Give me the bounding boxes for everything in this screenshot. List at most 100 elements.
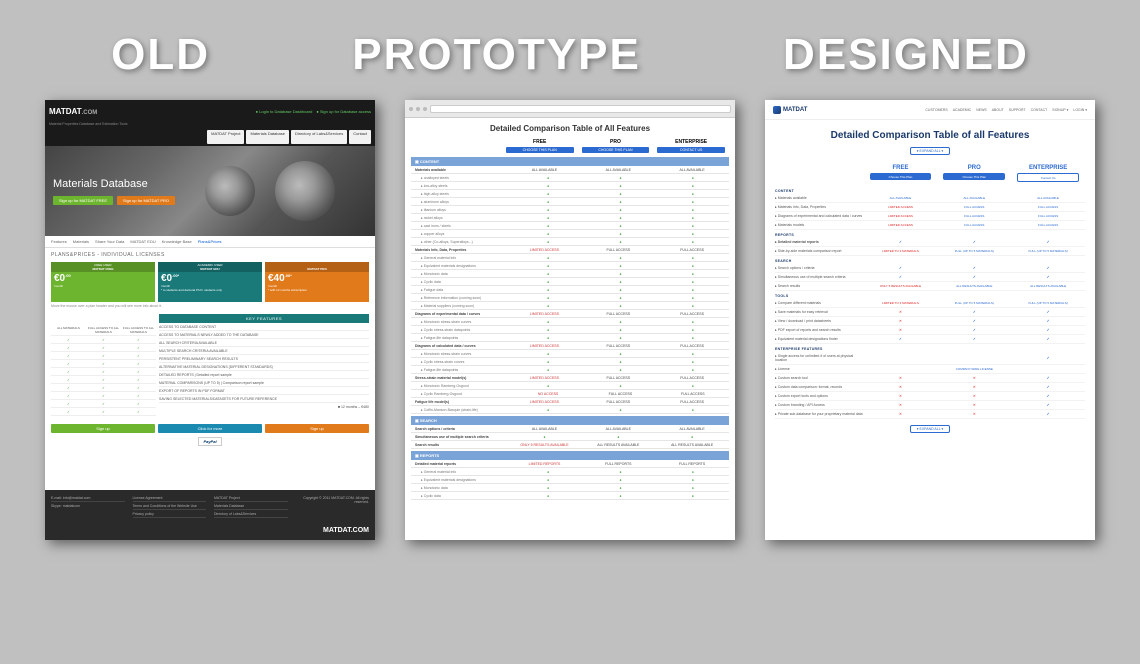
nav-link[interactable]: ACADEMIC <box>953 108 971 112</box>
section-header: TOOLS <box>775 291 1085 299</box>
choose-plan-button[interactable]: Contact Us <box>1017 173 1079 182</box>
top-link[interactable]: ● Sign up for Database access <box>316 109 371 114</box>
table-row: ▸ Custom data comparison: format, record… <box>775 383 1085 392</box>
table-row: ▸ Monotonic stress-strain curves●●● <box>411 350 729 358</box>
label-designed: DESIGNED <box>783 30 1029 80</box>
footer-link[interactable]: Privacy policy <box>133 512 207 518</box>
address-bar[interactable] <box>430 105 731 113</box>
footer-link[interactable]: MATDAT Project <box>214 496 288 502</box>
secondary-tab[interactable]: Share Your Data <box>95 239 124 244</box>
feature-row: ALTERNATIVE MATERIAL DESIGNATIONS (DIFFE… <box>159 365 369 369</box>
table-row: ▸ Custom search tool✕✕✓ <box>775 374 1085 383</box>
section-header[interactable]: ▣ SEARCH <box>411 416 729 425</box>
table-row: ▸ Fatigue data●●● <box>411 286 729 294</box>
table-row: Diagrams of experimental data / curvesLI… <box>411 310 729 318</box>
old-hero: Materials Database Sign up for MATDAT FR… <box>45 146 375 236</box>
table-row: ▸ Reference information (coming soon)●●● <box>411 294 729 302</box>
nav-tab[interactable]: Materials Database <box>246 130 288 144</box>
logo-icon <box>773 106 781 114</box>
plan-card[interactable]: FREE USERMATDAT FREE€0.00/month <box>51 262 155 302</box>
table-row: ▸ Side-by-side materials comparison repo… <box>775 247 1085 256</box>
designed-card: MATDAT CUSTOMERS ACADEMIC NEWS ABOUT SUPPORT… <box>765 100 1095 540</box>
table-row: ▸ Diagrams of experimental and calculate… <box>775 212 1085 221</box>
section-header: CONTENT <box>775 186 1085 194</box>
secondary-tab[interactable]: Materials <box>73 239 89 244</box>
nav-tab[interactable]: MATDAT Project <box>207 130 244 144</box>
table-row: Simultaneous use of multiple search crit… <box>411 433 729 441</box>
old-plan-cards: FREE USERMATDAT FREE€0.00/monthACADEMIC … <box>45 262 375 302</box>
label-prototype: PROTOTYPE <box>352 30 641 80</box>
hero-signup-free[interactable]: Sign up for MATDAT FREE <box>53 196 113 205</box>
table-row: ▸ View / download / print datasheets✕✓✓ <box>775 317 1085 326</box>
choose-plan-button[interactable]: Choose This Plan <box>943 173 1005 180</box>
nav-link[interactable]: CONTACT <box>1031 108 1048 112</box>
table-row: ▸ Search options / criteria✓✓✓ <box>775 264 1085 273</box>
footer-link[interactable]: Directory of Labs&Services <box>214 512 288 518</box>
old-secondary-tabs: Features Materials Share Your Data MATDAT E… <box>45 236 375 248</box>
feature-row: MULTIPLE SEARCH CRITERIA AVAILABLE <box>159 349 369 353</box>
cta-more-info[interactable]: Click for more <box>158 424 262 433</box>
plan-card[interactable]: ACADEMIC USERMATDAT EDU€0.00*/month* to … <box>158 262 262 302</box>
nav-link[interactable]: CUSTOMERS <box>925 108 947 112</box>
feature-row: MATERIAL COMPARISONS (UP TO 5) | Compari… <box>159 381 369 385</box>
footer-link[interactable]: Materials Database <box>214 504 288 510</box>
table-row: ▸ Simultaneous use of multiple search cr… <box>775 273 1085 282</box>
expand-all-button-bottom[interactable]: ▾ EXPAND ALL ▾ <box>910 425 950 433</box>
choose-plan-button[interactable]: Choose This Plan <box>870 173 932 180</box>
table-row: ▸ Fatigue-life datapoints●●● <box>411 366 729 374</box>
nav-link[interactable]: ABOUT <box>992 108 1004 112</box>
table-row: ▸ high-alloy steels●●● <box>411 190 729 198</box>
section-header[interactable]: ▣ CONTENT <box>411 157 729 166</box>
table-row: ▸ Single access for unlimited # of users… <box>775 352 1085 365</box>
table-row: ▸ Save materials for easy retrieval✕✓✓ <box>775 308 1085 317</box>
feature-row: EXPORT OF REPORTS IN PDF FORMAT <box>159 389 369 393</box>
section-header: SEARCH <box>775 256 1085 264</box>
section-header: ENTERPRISE FEATURES <box>775 344 1085 352</box>
table-row: ▸ General material info●●● <box>411 254 729 262</box>
choose-plan-button[interactable]: CHOOSE THIS PLAN <box>506 147 574 153</box>
old-footer: E-mail: info@matdat.com Skype: matdatcom… <box>45 490 375 540</box>
secondary-tab[interactable]: Features <box>51 239 67 244</box>
table-row: ▸ copper alloys●●● <box>411 230 729 238</box>
plan-card[interactable]: MATDAT PRO€40.00*/month* with 12 months … <box>265 262 369 302</box>
table-row: ▸ Coffin-Manson-Basquin (strain-life)●●● <box>411 406 729 414</box>
nav-tab[interactable]: Directory of Labs&Services <box>291 130 347 144</box>
nav-link[interactable]: SUPPORT <box>1009 108 1026 112</box>
secondary-tab[interactable]: Plans&Prices <box>198 239 222 244</box>
table-row: ▸ Search resultsONLY 5 RESULTS AVAILABLE… <box>775 282 1085 291</box>
table-row: Search resultsONLY 5 RESULTS AVAILABLEAL… <box>411 441 729 449</box>
expand-all-button[interactable]: ▾ EXPAND ALL ▾ <box>910 147 950 155</box>
section-header[interactable]: ▣ REPORTS <box>411 451 729 460</box>
nav-tab[interactable]: Contact <box>349 130 371 144</box>
brand-logo[interactable]: MATDAT <box>773 106 807 114</box>
choose-plan-button[interactable]: CHOOSE THIS PLAN <box>582 147 650 153</box>
table-row: ▸ General material info●●● <box>411 468 729 476</box>
cta-signup-pro[interactable]: Sign up <box>265 424 369 433</box>
feature-row: SAVING SELECTED MATERIALS/DATASETS FOR F… <box>159 397 369 401</box>
table-row: ▸ Materials Info, Data, PropertiesLIMITE… <box>775 203 1085 212</box>
secondary-tab[interactable]: Knowledge Base <box>162 239 192 244</box>
nav-link[interactable]: NEWS <box>976 108 987 112</box>
nav-link[interactable]: SIGNUP ▾ <box>1052 108 1068 112</box>
table-row: ▸ nickel alloys●●● <box>411 214 729 222</box>
table-row: ▸ Equivalent materials designations●●● <box>411 262 729 270</box>
footer-link[interactable]: License Agreement <box>133 496 207 502</box>
proto-title: Detailed Comparison Table of All Feature… <box>405 118 735 137</box>
table-row: ▸ Equivalent material designations finde… <box>775 335 1085 344</box>
pricing-note: ■ 12 months – €480 <box>159 403 369 411</box>
choose-plan-button[interactable]: CONTACT US <box>657 147 725 153</box>
kf-header: KEY FEATURES <box>159 314 369 323</box>
plan-header: ENTERPRISECONTACT US <box>653 137 729 153</box>
nav-link[interactable]: LOGIN ▾ <box>1073 108 1087 112</box>
top-link[interactable]: ● Login to Database Dashboard <box>256 109 313 114</box>
table-row: Stress-strain material model(s)LIMITED A… <box>411 374 729 382</box>
table-row: ▸ Custom export tools and options✕✕✓ <box>775 392 1085 401</box>
secondary-tab[interactable]: MATDAT EDU <box>130 239 155 244</box>
table-row: ▸ Fatigue-life datapoints●●● <box>411 334 729 342</box>
section-header: REPORTS <box>775 230 1085 238</box>
old-card: MATDAT.COM ● Login to Database Dashboard… <box>45 100 375 540</box>
hero-signup-pro[interactable]: Sign up for MATDAT PRO <box>117 196 175 205</box>
designed-title: Detailed Comparison Table of all Feature… <box>765 120 1095 147</box>
cta-signup-free[interactable]: Sign up <box>51 424 155 433</box>
footer-link[interactable]: Terms and Conditions of the Website Use <box>133 504 207 510</box>
